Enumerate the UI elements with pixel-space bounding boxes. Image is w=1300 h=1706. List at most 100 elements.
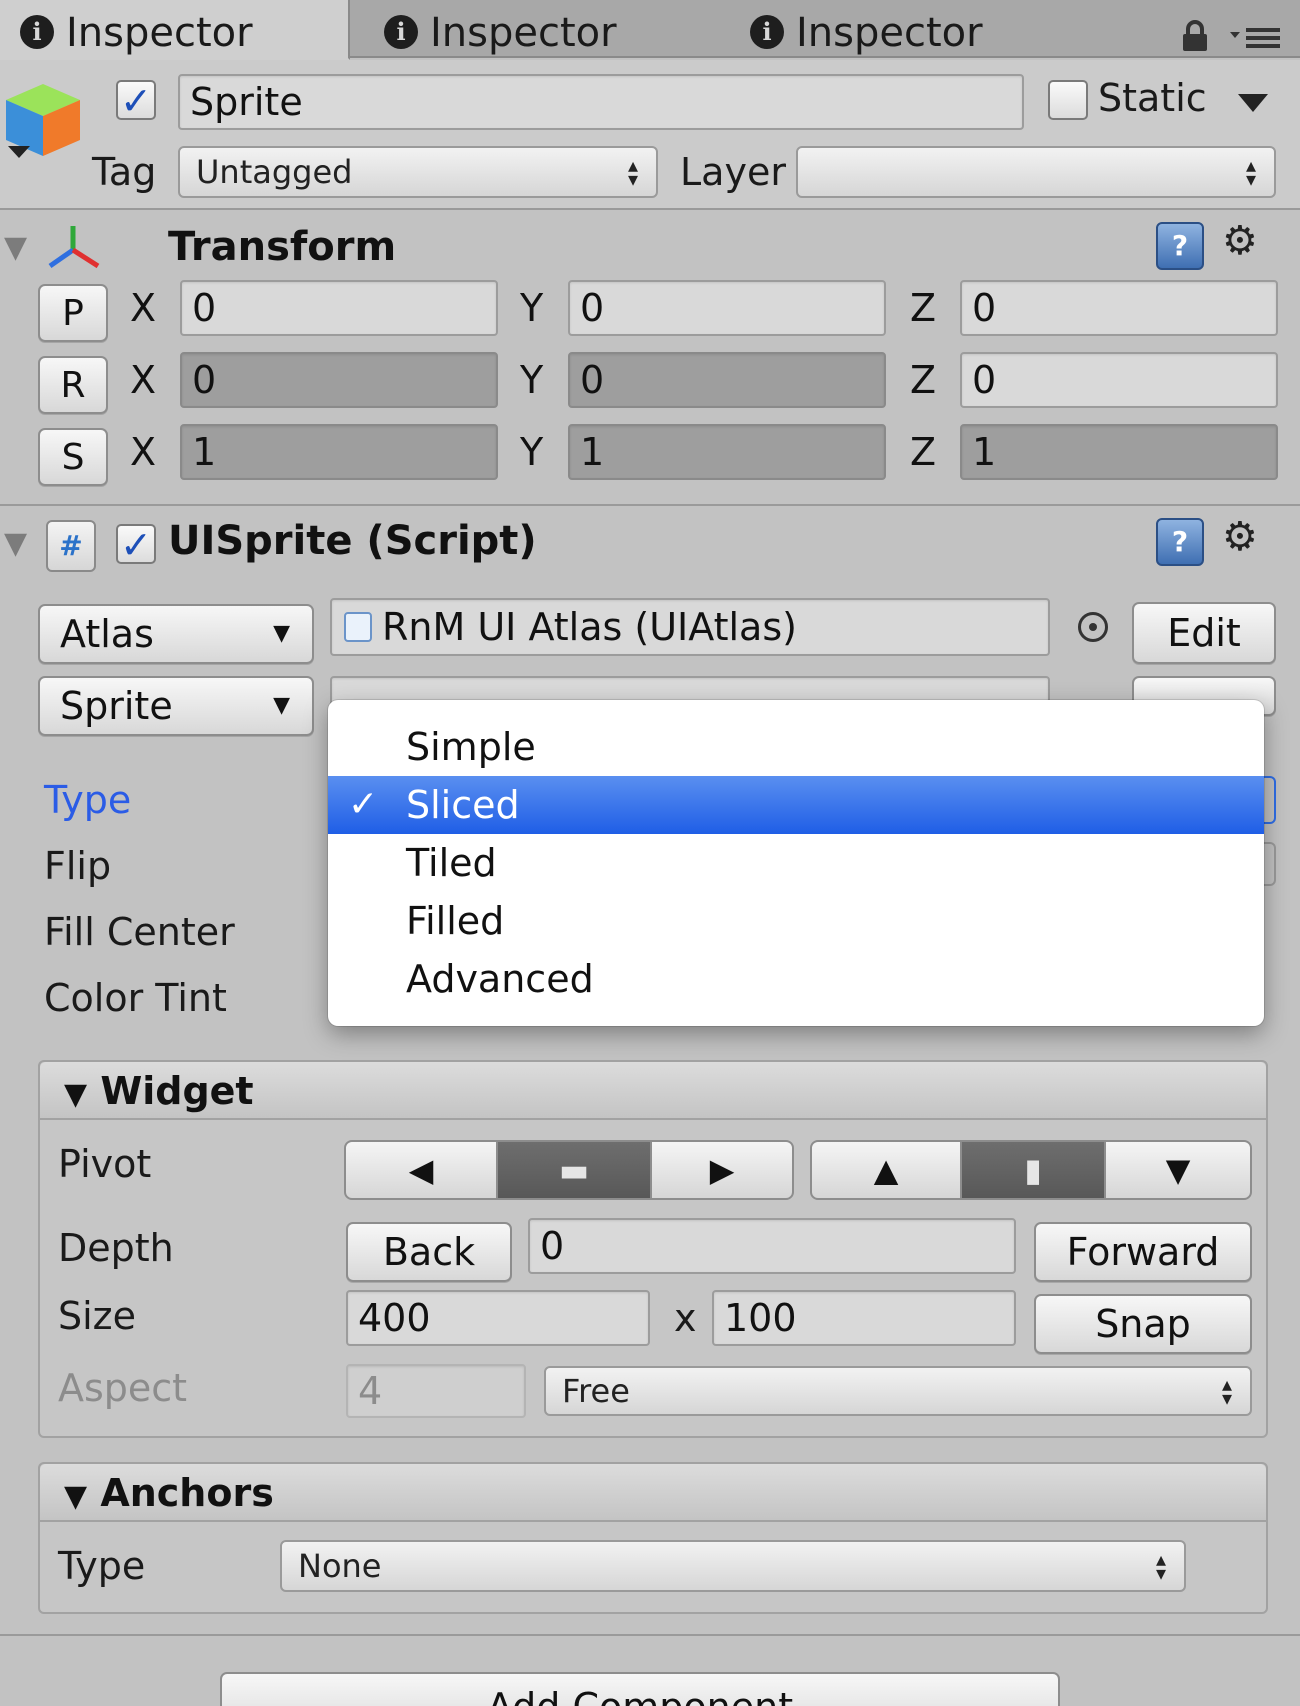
dropdown-arrow-icon: ▼ (273, 621, 290, 646)
tag-label: Tag (92, 150, 157, 194)
layer-label: Layer (680, 150, 786, 194)
pivot-center-h-button[interactable]: ▬ (496, 1140, 652, 1200)
type-dropdown-menu: Simple ✓ Sliced Tiled Filled Advanced (328, 700, 1264, 1026)
scale-y-field[interactable]: 1 (568, 424, 886, 480)
script-icon: # (46, 520, 96, 572)
tab-inspector-1[interactable]: i Inspector (0, 0, 350, 60)
color-tint-label: Color Tint (44, 976, 227, 1020)
uisprite-enabled-checkbox[interactable]: ✓ (116, 524, 156, 564)
scale-x-field[interactable]: 1 (180, 424, 498, 480)
tab-inspector-3[interactable]: i Inspector (750, 0, 1080, 58)
static-label: Static (1098, 76, 1207, 120)
anchors-type-select[interactable]: None ▴ ▾ (280, 1540, 1186, 1592)
anchors-type-label: Type (58, 1544, 146, 1588)
position-reset-button[interactable]: P (38, 284, 108, 342)
menu-item-tiled[interactable]: Tiled (328, 834, 1264, 892)
depth-forward-button[interactable]: Forward (1034, 1222, 1252, 1282)
aspect-field[interactable]: 4 (346, 1364, 526, 1418)
position-z-field[interactable]: 0 (960, 280, 1278, 336)
info-icon: i (20, 15, 54, 49)
axis-z-label: Z (910, 286, 937, 330)
transform-title: Transform (168, 224, 397, 270)
depth-label: Depth (58, 1226, 174, 1270)
transform-foldout-icon[interactable]: ▼ (4, 230, 27, 265)
rotation-z-field[interactable]: 0 (960, 352, 1278, 408)
menu-item-advanced[interactable]: Advanced (328, 950, 1264, 1008)
gameobject-name-field[interactable]: Sprite (178, 74, 1024, 130)
gameobject-cube-icon (2, 78, 84, 164)
position-y-field[interactable]: 0 (568, 280, 886, 336)
component-divider (0, 504, 1300, 506)
menu-item-simple[interactable]: Simple (328, 718, 1264, 776)
rotation-y-field[interactable]: 0 (568, 352, 886, 408)
axis-y-label: Y (520, 358, 544, 402)
depth-back-button[interactable]: Back (346, 1222, 512, 1282)
updown-icon: ▴ ▾ (1221, 1372, 1232, 1410)
add-component-button[interactable]: Add Component (220, 1672, 1060, 1706)
help-icon[interactable]: ? (1156, 518, 1204, 566)
checkmark-icon: ✓ (348, 784, 379, 825)
atlas-button[interactable]: Atlas ▼ (38, 604, 314, 664)
object-picker-icon[interactable] (1078, 612, 1108, 642)
type-label: Type (44, 778, 132, 822)
scale-reset-button[interactable]: S (38, 428, 108, 486)
snap-button[interactable]: Snap (1034, 1294, 1252, 1354)
help-icon[interactable]: ? (1156, 222, 1204, 270)
aspect-label: Aspect (58, 1366, 188, 1410)
uisprite-foldout-icon[interactable]: ▼ (4, 526, 27, 561)
atlas-edit-button[interactable]: Edit (1132, 602, 1276, 664)
dropdown-arrow-icon: ▼ (273, 693, 290, 718)
position-x-field[interactable]: 0 (180, 280, 498, 336)
scale-z-field[interactable]: 1 (960, 424, 1278, 480)
fill-center-label: Fill Center (44, 910, 235, 954)
widget-header[interactable]: ▼ Widget (40, 1062, 1266, 1120)
gear-icon[interactable]: ⚙ (1222, 218, 1258, 264)
flip-label: Flip (44, 844, 112, 888)
size-times-label: x (674, 1296, 697, 1340)
transform-axes-icon (44, 222, 102, 276)
size-width-field[interactable]: 400 (346, 1290, 650, 1346)
rotation-reset-button[interactable]: R (38, 356, 108, 414)
static-dropdown-icon[interactable] (1238, 94, 1268, 116)
static-checkbox[interactable]: ✓ (1048, 80, 1088, 120)
updown-icon: ▴ ▾ (1245, 153, 1256, 191)
gear-icon[interactable]: ⚙ (1222, 514, 1258, 560)
pivot-left-button[interactable]: ◀ (344, 1140, 498, 1200)
axis-z-label: Z (910, 430, 937, 474)
updown-icon: ▴ ▾ (627, 153, 638, 191)
foldout-open-icon: ▼ (64, 1479, 88, 1514)
gameobject-active-checkbox[interactable]: ✓ (116, 80, 156, 120)
foldout-open-icon: ▼ (64, 1077, 88, 1112)
pivot-top-button[interactable]: ▲ (810, 1140, 962, 1200)
rotation-x-field[interactable]: 0 (180, 352, 498, 408)
size-label: Size (58, 1294, 137, 1338)
atlas-object-field[interactable]: RnM UI Atlas (UIAtlas) (330, 598, 1050, 656)
axis-z-label: Z (910, 358, 937, 402)
uisprite-title: UISprite (Script) (168, 518, 537, 564)
tab-menu-icon[interactable] (1230, 24, 1282, 56)
axis-y-label: Y (520, 430, 544, 474)
atlas-asset-icon (344, 612, 372, 642)
pivot-bottom-button[interactable]: ▼ (1104, 1140, 1252, 1200)
tag-select[interactable]: Untagged ▴ ▾ (178, 146, 658, 198)
menu-item-filled[interactable]: Filled (328, 892, 1264, 950)
axis-y-label: Y (520, 286, 544, 330)
info-icon: i (384, 15, 418, 49)
depth-field[interactable]: 0 (528, 1218, 1016, 1274)
axis-x-label: X (130, 286, 157, 330)
updown-icon: ▴ ▾ (1155, 1547, 1166, 1585)
menu-item-sliced[interactable]: ✓ Sliced (328, 776, 1264, 834)
info-icon: i (750, 15, 784, 49)
aspect-mode-select[interactable]: Free ▴ ▾ (544, 1366, 1252, 1416)
tab-inspector-2[interactable]: i Inspector (384, 0, 714, 58)
pivot-right-button[interactable]: ▶ (650, 1140, 794, 1200)
pivot-label: Pivot (58, 1142, 152, 1186)
size-height-field[interactable]: 100 (712, 1290, 1016, 1346)
layer-select[interactable]: ▴ ▾ (796, 146, 1276, 198)
sprite-button[interactable]: Sprite ▼ (38, 676, 314, 736)
axis-x-label: X (130, 358, 157, 402)
pivot-middle-v-button[interactable]: ▮ (960, 1140, 1106, 1200)
lock-icon[interactable] (1180, 20, 1210, 56)
anchors-header[interactable]: ▼ Anchors (40, 1464, 1266, 1522)
axis-x-label: X (130, 430, 157, 474)
